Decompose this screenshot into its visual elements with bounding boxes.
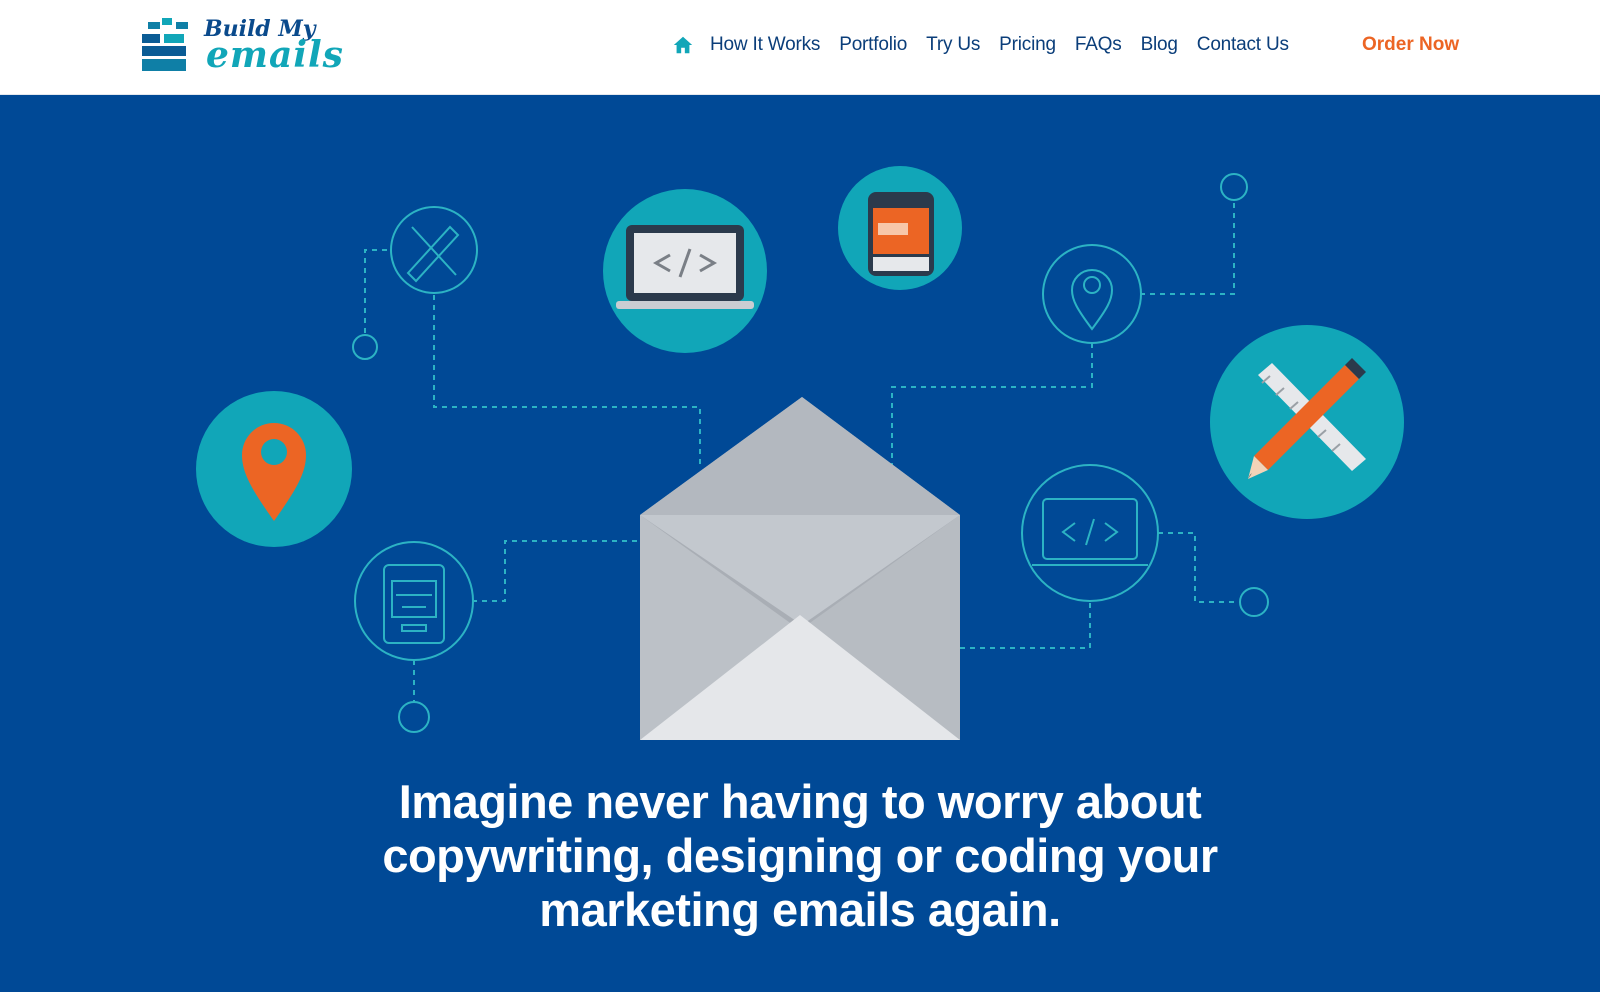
hero-section: Imagine never having to worry about copy… xyxy=(0,95,1600,992)
node-circle xyxy=(1220,173,1248,201)
laptop-code-icon xyxy=(603,189,767,353)
pencil-outline-icon xyxy=(390,206,478,294)
nav-blog[interactable]: Blog xyxy=(1141,34,1178,56)
node-circle xyxy=(398,701,430,733)
phone-icon xyxy=(838,166,962,290)
site-header: Build My emails How It Works Portfolio T… xyxy=(0,0,1600,95)
laptop-outline-icon xyxy=(1021,464,1159,602)
logo-line2: emails xyxy=(206,34,344,76)
hero-headline: Imagine never having to worry about copy… xyxy=(382,775,1218,936)
node-circle xyxy=(1239,587,1269,617)
nav-try-us[interactable]: Try Us xyxy=(926,34,980,56)
map-pin-outline-icon xyxy=(1042,244,1142,344)
envelope-icon xyxy=(640,397,960,740)
map-pin-icon xyxy=(196,391,352,547)
nav-pricing[interactable]: Pricing xyxy=(999,34,1056,56)
pencil-ruler-icon xyxy=(1210,325,1404,519)
build-my-emails-logo[interactable]: Build My emails xyxy=(140,14,360,78)
nav-faqs[interactable]: FAQs xyxy=(1075,34,1122,56)
logo-blocks-icon xyxy=(142,18,188,71)
order-now-button[interactable]: Order Now xyxy=(1362,30,1459,60)
hero-illustration xyxy=(196,166,1404,740)
phone-outline-icon xyxy=(354,541,474,661)
nav-how-it-works[interactable]: How It Works xyxy=(710,34,820,56)
nav-portfolio[interactable]: Portfolio xyxy=(839,34,907,56)
nav-contact-us[interactable]: Contact Us xyxy=(1197,34,1289,56)
node-circle xyxy=(352,334,378,360)
home-icon[interactable] xyxy=(672,34,694,56)
main-nav: How It Works Portfolio Try Us Pricing FA… xyxy=(672,30,1308,60)
